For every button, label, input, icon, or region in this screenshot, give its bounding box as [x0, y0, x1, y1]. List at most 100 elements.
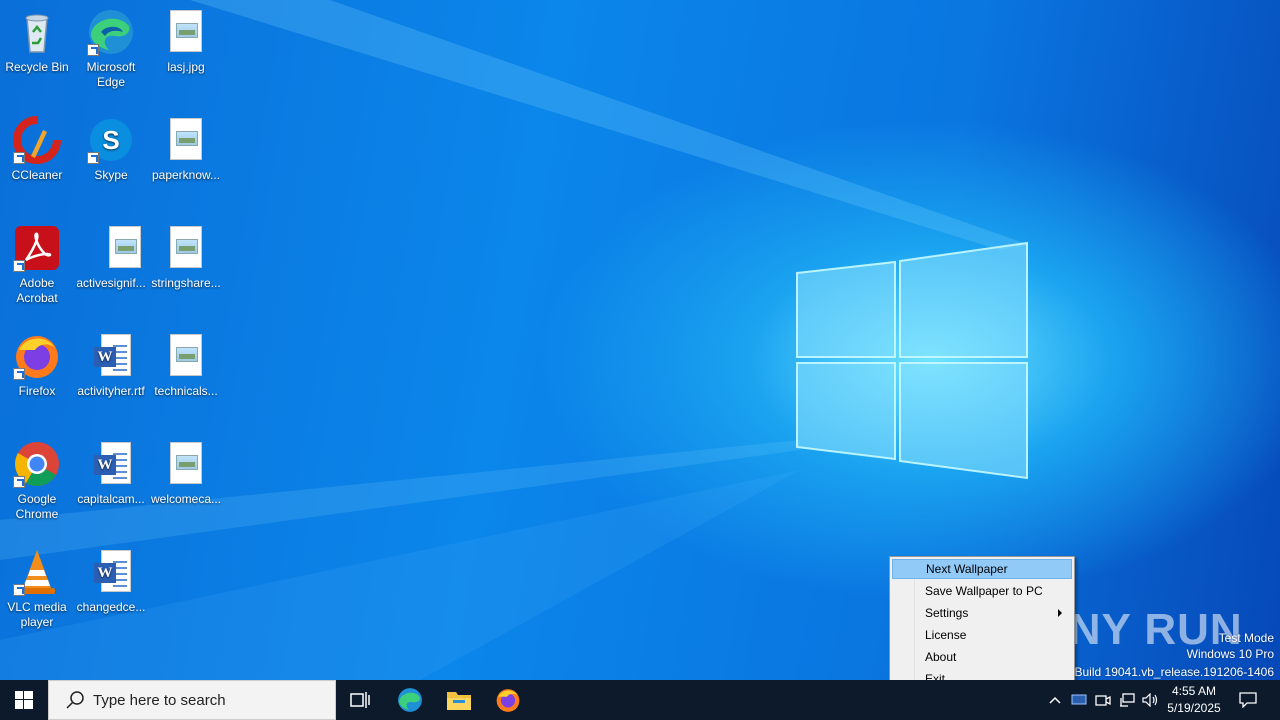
desktop-icon-file[interactable]: lasj.jpg: [149, 8, 223, 75]
desktop-icon-skype[interactable]: S Skype: [74, 116, 148, 183]
desktop-icon-label: lasj.jpg: [167, 60, 205, 74]
taskbar: Type here to search 4:55 AM 5/19/2025: [0, 680, 1280, 720]
taskbar-edge-button[interactable]: [386, 680, 434, 720]
image-file-icon: [162, 440, 210, 488]
task-view-button[interactable]: [336, 680, 384, 720]
camera-icon: [1095, 695, 1111, 706]
word-document-icon: W: [87, 548, 135, 596]
shortcut-arrow-icon: [87, 44, 99, 56]
search-icon: [66, 691, 84, 709]
image-file-icon: [162, 224, 210, 272]
network-icon: [1120, 693, 1135, 707]
desktop-icon-file[interactable]: W capitalcam...: [74, 440, 148, 507]
desktop-icon-label: welcomeca...: [150, 492, 222, 506]
desktop-icon-label: Skype: [94, 168, 128, 182]
shortcut-arrow-icon: [13, 152, 25, 164]
menu-item-license[interactable]: License: [892, 625, 1072, 645]
submenu-arrow-icon: [1058, 609, 1062, 617]
desktop-icon-label: activityher.rtf: [77, 384, 145, 398]
tray-app-button[interactable]: [1068, 680, 1090, 720]
desktop-icon-label: capitalcam...: [77, 492, 145, 506]
taskbar-search-box[interactable]: Type here to search: [48, 680, 336, 720]
image-file-icon: [162, 8, 210, 56]
desktop-icon-firefox[interactable]: Firefox: [0, 332, 74, 399]
chevron-up-icon: [1049, 696, 1061, 704]
task-view-icon: [350, 692, 370, 708]
menu-item-about[interactable]: About: [892, 647, 1072, 667]
desktop-icon-google-chrome[interactable]: Google Chrome: [0, 440, 74, 522]
recycle-bin-icon: [13, 8, 61, 56]
desktop-icon-label: Microsoft Edge: [86, 60, 136, 89]
tray-meet-button[interactable]: [1092, 680, 1114, 720]
desktop-icon-label: VLC media player: [7, 600, 67, 629]
build-text: Build 19041.vb_release.191206-1406: [1074, 665, 1275, 679]
action-center-button[interactable]: [1232, 680, 1264, 720]
windows-start-icon: [15, 691, 33, 709]
image-file-icon: [162, 116, 210, 164]
clock-time: 4:55 AM: [1171, 684, 1217, 698]
monitor-icon: [1071, 694, 1087, 705]
desktop-icon-file[interactable]: paperknow...: [149, 116, 223, 183]
menu-item-save-wallpaper[interactable]: Save Wallpaper to PC: [892, 581, 1072, 601]
windows-logo-wallpaper: [796, 241, 1028, 480]
desktop-icon-label: Adobe Acrobat: [16, 276, 58, 305]
desktop-icon-file[interactable]: W activityher.rtf: [74, 332, 148, 399]
edge-icon: [87, 8, 135, 56]
desktop-icon-microsoft-edge[interactable]: Microsoft Edge: [74, 8, 148, 90]
desktop-icon-label: stringshare...: [151, 276, 221, 290]
desktop-icon-label: Google Chrome: [15, 492, 59, 521]
shortcut-arrow-icon: [87, 152, 99, 164]
word-document-icon: W: [87, 332, 135, 380]
desktop-icon-ccleaner[interactable]: CCleaner: [0, 116, 74, 183]
desktop-icon-adobe-acrobat[interactable]: Adobe Acrobat: [0, 224, 74, 306]
desktop-icon-file[interactable]: activesignif...: [74, 224, 148, 291]
tray-volume-button[interactable]: [1140, 680, 1162, 720]
tray-network-button[interactable]: [1116, 680, 1138, 720]
desktop-icon-file[interactable]: W changedce...: [74, 548, 148, 615]
desktop-icon-file[interactable]: welcomeca...: [149, 440, 223, 507]
folder-icon: [447, 692, 471, 710]
menu-item-settings-label: Settings: [925, 606, 969, 620]
desktop-icon-label: CCleaner: [11, 168, 63, 182]
taskbar-firefox-button[interactable]: [484, 680, 532, 720]
vlc-icon: [13, 548, 61, 596]
taskbar-clock[interactable]: 4:55 AM 5/19/2025: [1160, 683, 1228, 717]
menu-item-next-wallpaper[interactable]: Next Wallpaper: [892, 559, 1072, 579]
desktop-icon-file[interactable]: stringshare...: [149, 224, 223, 291]
chrome-icon: [13, 440, 61, 488]
taskbar-file-explorer-button[interactable]: [435, 680, 483, 720]
menu-item-settings[interactable]: Settings: [892, 603, 1072, 623]
desktop-icon-vlc[interactable]: VLC media player: [0, 548, 74, 630]
test-mode-text: Test Mode: [1218, 631, 1274, 645]
clock-date: 5/19/2025: [1167, 701, 1221, 715]
desktop-icon-file[interactable]: technicals...: [149, 332, 223, 399]
image-file-icon: [87, 224, 141, 272]
shortcut-arrow-icon: [13, 260, 25, 272]
word-document-icon: W: [87, 440, 135, 488]
shortcut-arrow-icon: [13, 476, 25, 488]
desktop-icon-label: Recycle Bin: [5, 60, 69, 74]
shortcut-arrow-icon: [13, 584, 25, 596]
svg-text:S: S: [102, 125, 119, 155]
notification-icon: [1239, 692, 1257, 708]
speaker-icon: [1142, 693, 1158, 707]
image-file-icon: [162, 332, 210, 380]
desktop-icon-label: technicals...: [154, 384, 218, 398]
desktop-icon-label: changedce...: [76, 600, 146, 614]
desktop-icon-label: paperknow...: [151, 168, 221, 182]
tray-context-menu: Next Wallpaper Save Wallpaper to PC Sett…: [889, 556, 1075, 691]
acrobat-icon: [13, 224, 61, 272]
show-hidden-icons-button[interactable]: [1044, 680, 1066, 720]
windows-edition-text: Windows 10 Pro: [1186, 647, 1274, 661]
ccleaner-icon: [13, 116, 61, 164]
shortcut-arrow-icon: [13, 368, 25, 380]
desktop-icon-label: activesignif...: [76, 276, 146, 290]
edge-icon: [398, 688, 422, 712]
start-button[interactable]: [0, 680, 48, 720]
search-placeholder: Type here to search: [93, 691, 226, 709]
desktop-icon-recycle-bin[interactable]: Recycle Bin: [0, 8, 74, 75]
firefox-icon: [496, 689, 520, 712]
firefox-icon: [13, 332, 61, 380]
desktop-icon-label: Firefox: [18, 384, 56, 398]
skype-icon: S: [87, 116, 135, 164]
